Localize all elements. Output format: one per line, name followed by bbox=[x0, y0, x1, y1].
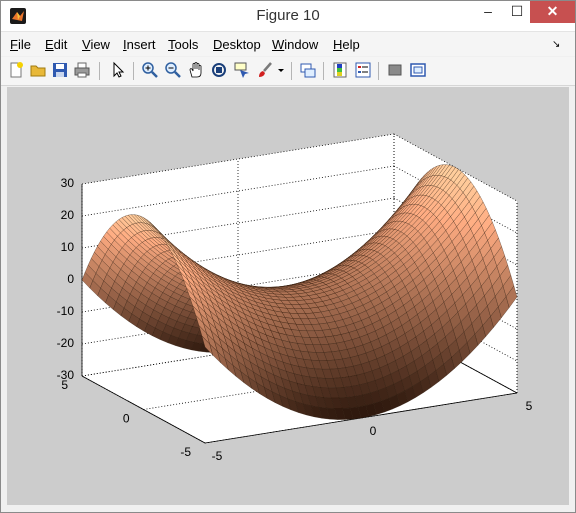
toolbar-separator bbox=[323, 62, 324, 80]
y-tick-label: 5 bbox=[61, 378, 68, 392]
insert-colorbar-icon[interactable] bbox=[331, 61, 349, 79]
menu-help[interactable]: Help bbox=[333, 37, 360, 52]
title-bar[interactable]: Figure 10 – ☐ ✕ bbox=[1, 1, 575, 32]
show-plot-tools-icon[interactable] bbox=[409, 61, 427, 79]
rotate-3d-icon[interactable] bbox=[210, 61, 228, 79]
link-plot-icon[interactable] bbox=[299, 61, 317, 79]
x-tick-label: 5 bbox=[526, 399, 533, 413]
menu-view[interactable]: View bbox=[82, 37, 110, 52]
menu-window[interactable]: Window bbox=[272, 37, 318, 52]
z-tick-label: 10 bbox=[61, 240, 75, 254]
hide-plot-tools-icon[interactable] bbox=[386, 61, 404, 79]
pan-hand-icon[interactable] bbox=[187, 61, 205, 79]
figure-canvas: 30 20 10 0 -10 -20 -30 5 0 -5 -5 0 5 bbox=[7, 87, 569, 505]
brush-icon[interactable] bbox=[256, 61, 274, 79]
menu-tools[interactable]: Tools bbox=[168, 37, 198, 52]
menu-file[interactable]: File bbox=[10, 37, 31, 52]
x-tick-label: -5 bbox=[212, 449, 223, 463]
data-cursor-icon[interactable] bbox=[233, 61, 251, 79]
toolbar-separator bbox=[133, 62, 134, 80]
menu-bar: File Edit View Insert Tools Desktop Wind… bbox=[1, 32, 575, 56]
figure-window: Figure 10 – ☐ ✕ File Edit View Insert To… bbox=[0, 0, 576, 513]
maximize-button[interactable]: ☐ bbox=[503, 1, 531, 23]
close-button[interactable]: ✕ bbox=[530, 1, 575, 23]
toolbar-separator bbox=[378, 62, 379, 80]
save-figure-icon[interactable] bbox=[51, 61, 69, 79]
minimize-button[interactable]: – bbox=[474, 1, 502, 23]
y-tick-label: 0 bbox=[123, 412, 130, 426]
zoom-in-icon[interactable] bbox=[141, 61, 159, 79]
open-file-icon[interactable] bbox=[29, 61, 47, 79]
y-tick-label: -5 bbox=[180, 445, 191, 459]
new-figure-icon[interactable] bbox=[7, 61, 25, 79]
menu-edit[interactable]: Edit bbox=[45, 37, 67, 52]
z-tick-label: 0 bbox=[67, 272, 74, 286]
toolbar-separator bbox=[291, 62, 292, 80]
z-tick-label: 20 bbox=[61, 208, 75, 222]
z-tick-label: 30 bbox=[61, 176, 75, 190]
edit-plot-arrow-icon[interactable] bbox=[109, 61, 127, 79]
insert-legend-icon[interactable] bbox=[354, 61, 372, 79]
menu-insert[interactable]: Insert bbox=[123, 37, 156, 52]
menu-desktop[interactable]: Desktop bbox=[213, 37, 261, 52]
z-tick-label: -10 bbox=[57, 304, 75, 318]
z-tick-label: -20 bbox=[57, 336, 75, 350]
print-figure-icon[interactable] bbox=[73, 61, 91, 79]
brush-dropdown-icon[interactable] bbox=[277, 61, 285, 79]
figure-toolbar bbox=[1, 57, 575, 86]
x-tick-label: 0 bbox=[370, 424, 377, 438]
dock-figure-icon[interactable]: ↘ bbox=[552, 39, 560, 50]
zoom-out-icon[interactable] bbox=[164, 61, 182, 79]
surface-plot-axes[interactable]: 3020100-10-20-3050-5 -505 bbox=[7, 87, 569, 505]
toolbar-separator bbox=[99, 62, 100, 80]
